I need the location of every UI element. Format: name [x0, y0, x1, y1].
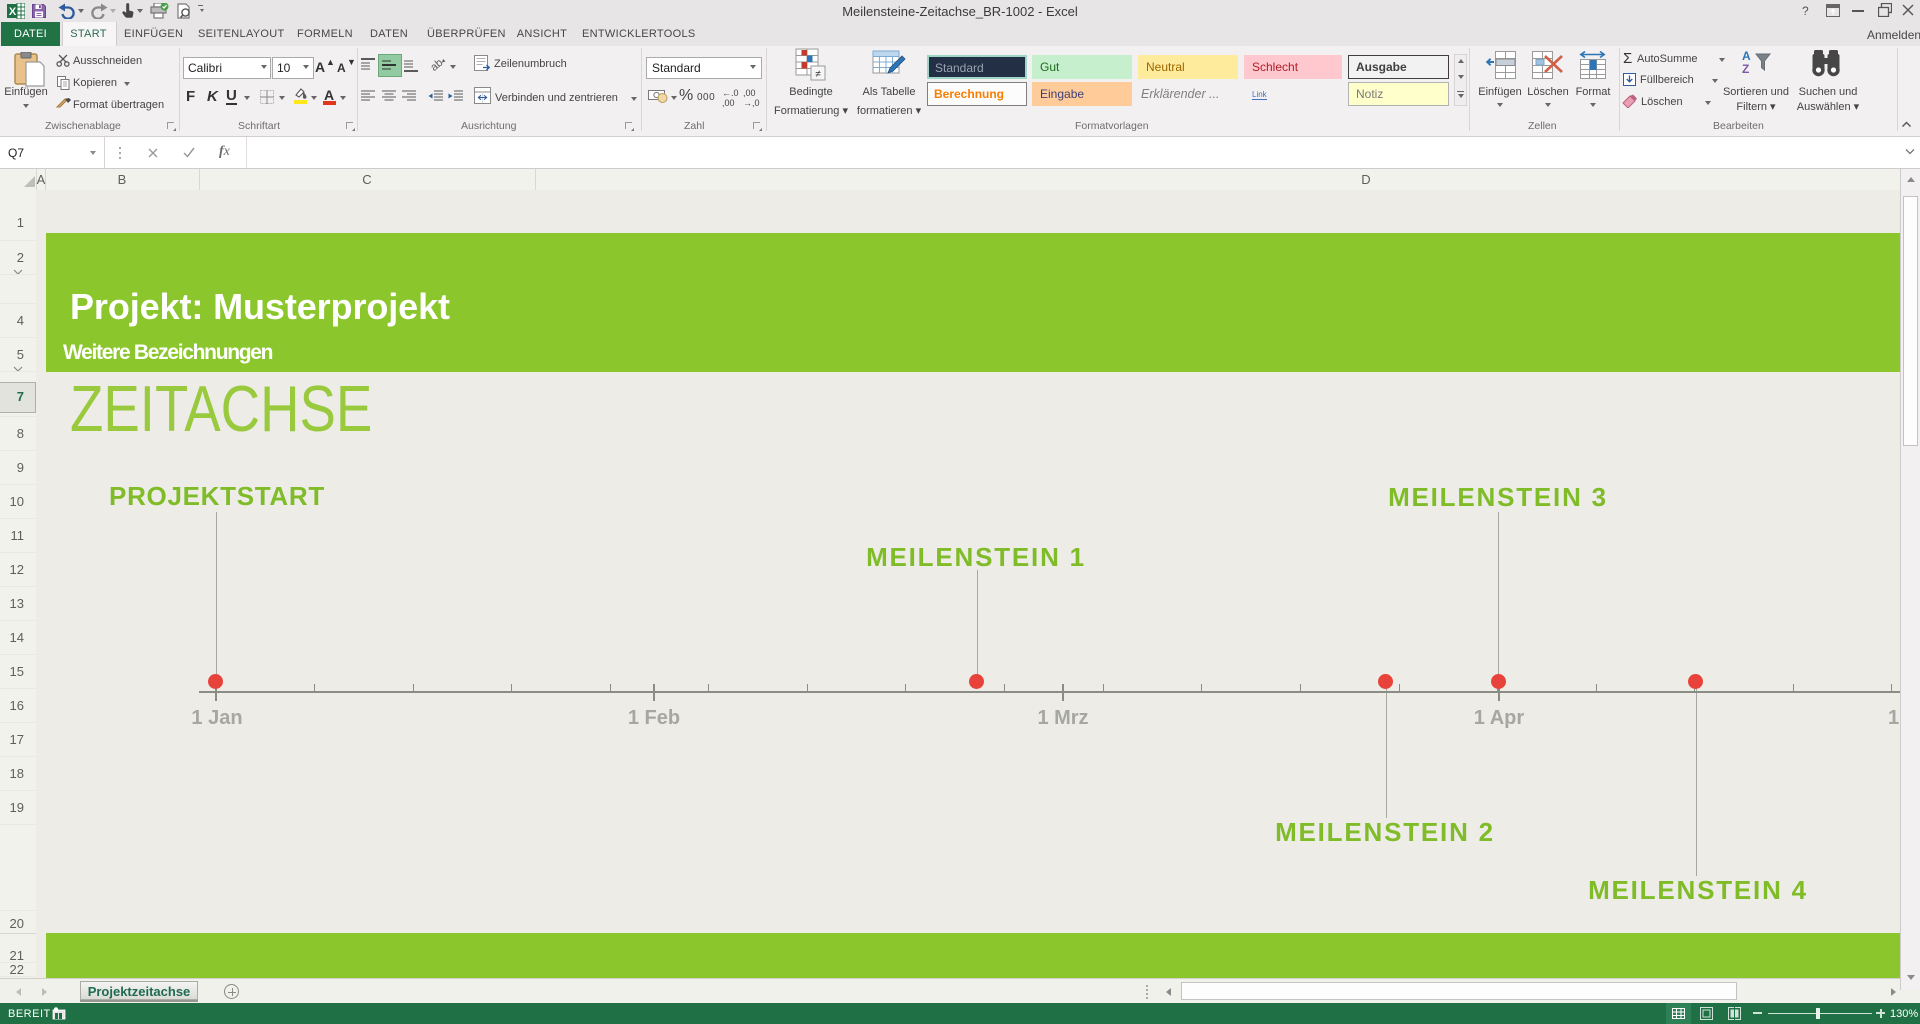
svg-text:≠: ≠ — [815, 69, 821, 80]
svg-text:ab: ab — [430, 57, 445, 72]
